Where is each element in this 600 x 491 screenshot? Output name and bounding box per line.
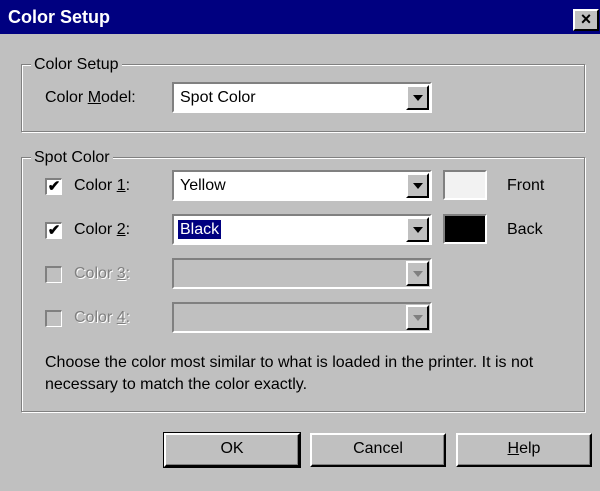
color-4-label: Color 4: xyxy=(74,309,131,326)
spot-color-description: Choose the color most similar to what is… xyxy=(45,354,534,393)
color-3-dropdown-arrow[interactable] xyxy=(406,261,429,286)
color-model-label: Color Model: xyxy=(45,89,136,106)
color-3-select[interactable] xyxy=(172,258,432,289)
color-4-checkbox[interactable] xyxy=(45,310,62,327)
check-icon: ✔ xyxy=(47,222,61,239)
color-model-dropdown-arrow[interactable] xyxy=(406,85,429,110)
color-model-select[interactable]: Spot Color xyxy=(172,82,432,113)
help-button[interactable]: Help xyxy=(456,433,592,467)
color-model-value: Spot Color xyxy=(180,89,256,106)
ok-button[interactable]: OK xyxy=(163,432,301,468)
color-2-checkbox[interactable]: ✔ xyxy=(45,222,62,239)
color-2-label: Color 2: xyxy=(74,221,131,238)
title-bar: Color Setup × xyxy=(0,0,600,34)
color-2-swatch xyxy=(443,214,487,244)
color-1-swatch xyxy=(443,170,487,200)
color-1-checkbox[interactable]: ✔ xyxy=(45,178,62,195)
check-icon: ✔ xyxy=(47,178,61,195)
color-3-label: Color 3: xyxy=(74,265,131,282)
color-2-dropdown-arrow[interactable] xyxy=(406,217,429,242)
color-1-value: Yellow xyxy=(180,177,226,194)
color-1-dropdown-arrow[interactable] xyxy=(406,173,429,198)
color-2-select[interactable]: Black xyxy=(172,214,432,245)
close-button[interactable]: × xyxy=(573,9,599,31)
color-1-select[interactable]: Yellow xyxy=(172,170,432,201)
color-3-checkbox[interactable] xyxy=(45,266,62,283)
color-4-select[interactable] xyxy=(172,302,432,333)
color-1-label: Color 1: xyxy=(74,177,131,194)
color-setup-group-legend: Color Setup xyxy=(31,56,122,74)
color-2-value: Black xyxy=(176,219,223,240)
spot-color-group-legend: Spot Color xyxy=(31,149,113,167)
color-1-side-label: Front xyxy=(507,177,545,194)
close-icon: × xyxy=(580,9,592,29)
color-2-side-label: Back xyxy=(507,221,543,238)
color-4-dropdown-arrow[interactable] xyxy=(406,305,429,330)
window-title: Color Setup xyxy=(8,7,110,27)
cancel-button[interactable]: Cancel xyxy=(310,433,446,467)
